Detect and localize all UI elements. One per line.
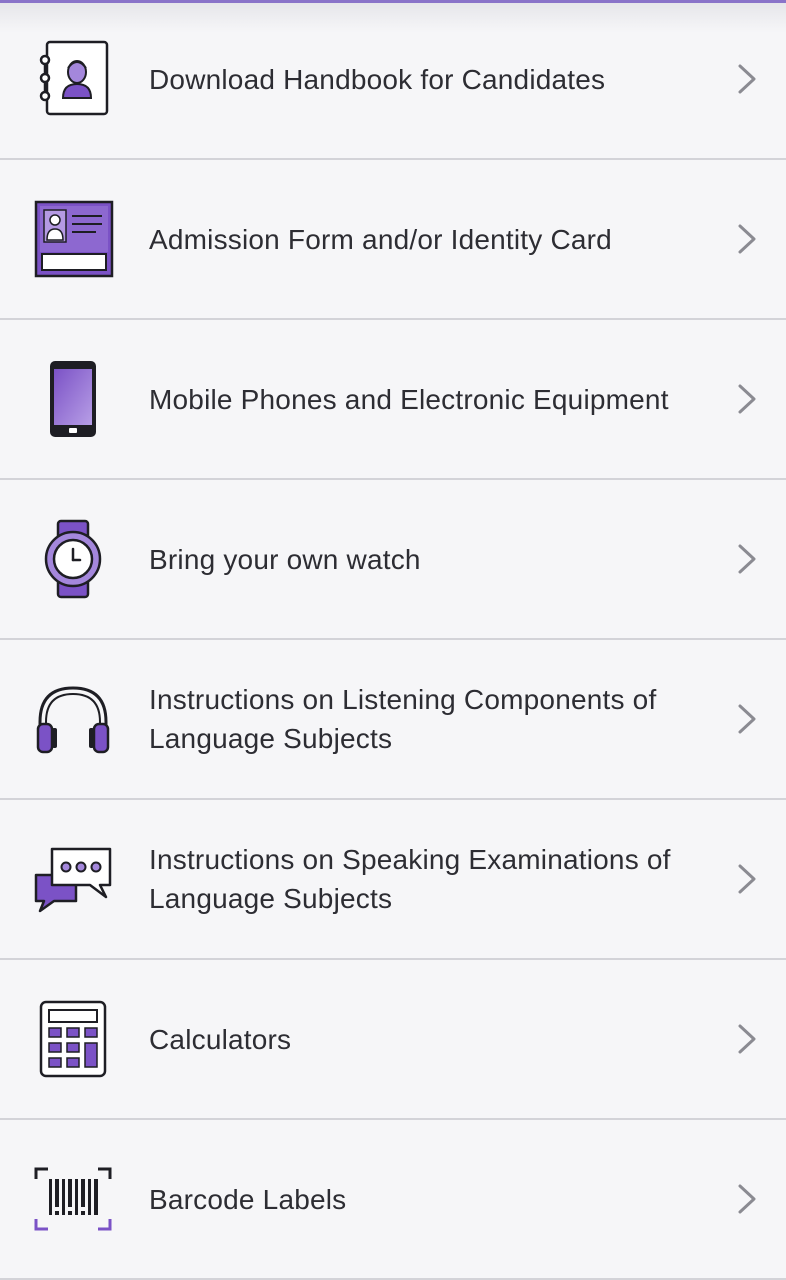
list-item-speaking-instructions[interactable]: Instructions on Speaking Examinations of… xyxy=(0,800,786,960)
chevron-right-icon xyxy=(732,221,762,257)
barcode-icon xyxy=(30,1156,116,1242)
calculator-icon xyxy=(30,996,116,1082)
list-item-label: Barcode Labels xyxy=(149,1183,347,1215)
headphones-icon xyxy=(30,676,116,762)
list-item-label: Mobile Phones and Electronic Equipment xyxy=(149,383,669,415)
top-accent-bar xyxy=(0,0,786,3)
chevron-right-icon xyxy=(732,541,762,577)
list-item-listening-instructions[interactable]: Instructions on Listening Components of … xyxy=(0,640,786,800)
id-card-icon xyxy=(30,196,116,282)
mobile-phone-icon xyxy=(30,356,116,442)
list-item-watch[interactable]: Bring your own watch xyxy=(0,480,786,640)
top-shadow xyxy=(0,3,786,33)
list-item-label: Admission Form and/or Identity Card xyxy=(149,223,612,255)
list-item-label: Bring your own watch xyxy=(149,543,421,575)
list-item-barcode-labels[interactable]: Barcode Labels xyxy=(0,1120,786,1280)
chevron-right-icon xyxy=(732,61,762,97)
chevron-right-icon xyxy=(732,381,762,417)
chevron-right-icon xyxy=(732,861,762,897)
list-item-label: Download Handbook for Candidates xyxy=(149,63,606,95)
list-item-mobile-phones[interactable]: Mobile Phones and Electronic Equipment xyxy=(0,320,786,480)
list-item-admission-form[interactable]: Admission Form and/or Identity Card xyxy=(0,160,786,320)
list-item-calculators[interactable]: Calculators xyxy=(0,960,786,1120)
chevron-right-icon xyxy=(732,1181,762,1217)
speech-bubble-icon xyxy=(30,836,116,922)
exam-info-screen: Download Handbook for Candidates Admissi… xyxy=(0,0,786,1280)
list-item-label: Instructions on Speaking Examinations of… xyxy=(149,844,671,914)
chevron-right-icon xyxy=(732,1021,762,1057)
list-item-label: Instructions on Listening Components of … xyxy=(149,684,657,754)
chevron-right-icon xyxy=(732,701,762,737)
list-item-label: Calculators xyxy=(149,1023,292,1055)
info-list: Download Handbook for Candidates Admissi… xyxy=(0,0,786,1280)
handbook-icon xyxy=(30,36,116,122)
watch-icon xyxy=(30,516,116,602)
